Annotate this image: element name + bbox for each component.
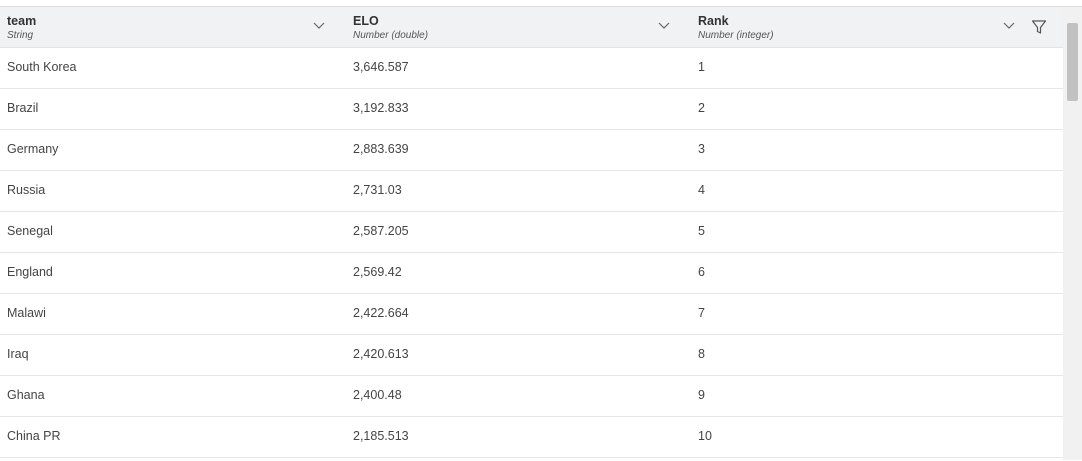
- column-type: String: [7, 30, 34, 41]
- cell-elo: 2,883.639: [353, 142, 409, 156]
- cell-elo: 2,569.42: [353, 265, 402, 279]
- cell-rank: 10: [698, 429, 712, 443]
- cell-rank: 7: [698, 306, 705, 320]
- cell-rank: 4: [698, 183, 705, 197]
- chevron-down-icon[interactable]: [313, 22, 325, 30]
- table-row[interactable]: Malawi 2,422.664 7: [0, 294, 1063, 335]
- cell-elo: 3,646.587: [353, 60, 409, 74]
- cell-rank: 8: [698, 347, 705, 361]
- cell-rank: 1: [698, 60, 705, 74]
- cell-rank: 9: [698, 388, 705, 402]
- table-row[interactable]: Russia 2,731.03 4: [0, 171, 1063, 212]
- column-header-rank[interactable]: Rank Number (integer): [691, 7, 1063, 47]
- data-table: team String ELO Number (double) Rank Num…: [0, 6, 1063, 461]
- column-type: Number (integer): [698, 30, 774, 41]
- column-header-elo[interactable]: ELO Number (double): [346, 7, 691, 47]
- vertical-scrollbar[interactable]: [1063, 6, 1082, 460]
- cell-rank: 2: [698, 101, 705, 115]
- table-row[interactable]: Iraq 2,420.613 8: [0, 335, 1063, 376]
- cell-elo: 2,587.205: [353, 224, 409, 238]
- table-row[interactable]: Brazil 3,192.833 2: [0, 89, 1063, 130]
- cell-team: England: [7, 265, 53, 279]
- table-row[interactable]: China PR 2,185.513 10: [0, 417, 1063, 458]
- column-name: team: [7, 14, 37, 28]
- cell-elo: 2,731.03: [353, 183, 402, 197]
- cell-team: Brazil: [7, 101, 39, 115]
- filter-icon[interactable]: [1031, 19, 1047, 35]
- cell-team: Ghana: [7, 388, 45, 402]
- cell-team: Germany: [7, 142, 59, 156]
- chevron-down-icon[interactable]: [1003, 22, 1015, 30]
- cell-elo: 2,185.513: [353, 429, 409, 443]
- table-row[interactable]: Senegal 2,587.205 5: [0, 212, 1063, 253]
- table-row[interactable]: Germany 2,883.639 3: [0, 130, 1063, 171]
- cell-team: Iraq: [7, 347, 29, 361]
- table-row[interactable]: Ghana 2,400.48 9: [0, 376, 1063, 417]
- cell-team: China PR: [7, 429, 61, 443]
- table-row[interactable]: South Korea 3,646.587 1: [0, 48, 1063, 89]
- cell-team: Russia: [7, 183, 46, 197]
- table-header: team String ELO Number (double) Rank Num…: [0, 7, 1063, 48]
- scrollbar-thumb[interactable]: [1067, 23, 1078, 101]
- cell-team: Malawi: [7, 306, 46, 320]
- column-header-team[interactable]: team String: [0, 7, 346, 47]
- cell-team: Senegal: [7, 224, 53, 238]
- chevron-down-icon[interactable]: [658, 22, 670, 30]
- table-row[interactable]: England 2,569.42 6: [0, 253, 1063, 294]
- cell-elo: 2,400.48: [353, 388, 402, 402]
- column-name: ELO: [353, 14, 379, 28]
- cell-team: South Korea: [7, 60, 77, 74]
- cell-rank: 6: [698, 265, 705, 279]
- cell-elo: 3,192.833: [353, 101, 409, 115]
- cell-elo: 2,422.664: [353, 306, 409, 320]
- cell-rank: 5: [698, 224, 705, 238]
- column-type: Number (double): [353, 30, 429, 41]
- cell-elo: 2,420.613: [353, 347, 409, 361]
- cell-rank: 3: [698, 142, 705, 156]
